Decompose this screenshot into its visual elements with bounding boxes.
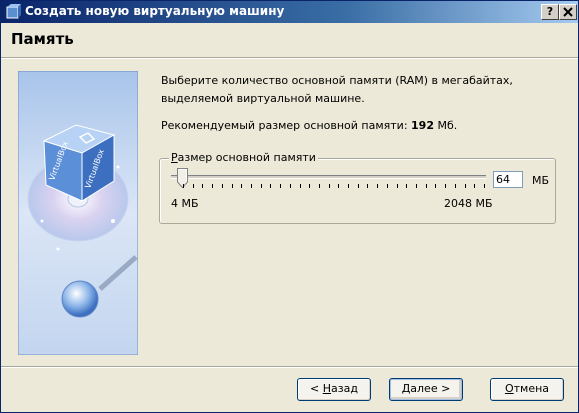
slider-tick	[202, 184, 203, 188]
slider-tick	[232, 184, 233, 188]
window-title: Создать новую виртуальную машину	[25, 4, 285, 18]
cancel-mnemonic: О	[504, 382, 514, 395]
slider-tick	[261, 184, 262, 188]
slider-tick	[319, 184, 320, 188]
slider-tick	[397, 184, 398, 188]
close-button[interactable]	[559, 4, 577, 20]
cancel-button[interactable]: Отмена	[490, 378, 564, 401]
slider-tick	[193, 184, 194, 188]
slider-tick	[358, 184, 359, 188]
slider-tick	[290, 184, 291, 188]
slider-tick	[377, 184, 378, 188]
slider-tick	[455, 184, 456, 188]
memory-slider-track[interactable]	[171, 175, 486, 179]
recommended-memory: Рекомендуемый размер основной памяти: 19…	[161, 119, 566, 132]
slider-tick	[338, 184, 339, 188]
recommended-value: 192	[411, 119, 434, 132]
memory-description: Выберите количество основной памяти (RAM…	[161, 74, 513, 105]
slider-tick	[426, 184, 427, 188]
help-button[interactable]: ?	[541, 4, 559, 20]
slider-tick	[484, 184, 485, 188]
slider-tick	[367, 184, 368, 188]
slider-tick	[406, 184, 407, 188]
slider-tick	[474, 184, 475, 188]
slider-tick	[387, 184, 388, 188]
footer-divider	[1, 366, 578, 368]
slider-tick	[241, 184, 242, 188]
back-prefix: <	[310, 382, 323, 395]
recommended-prefix: Рекомендуемый размер основной памяти:	[161, 119, 412, 132]
slider-tick	[329, 184, 330, 188]
slider-tick	[222, 184, 223, 188]
wizard-header: Память	[1, 23, 578, 58]
slider-tick	[183, 184, 184, 188]
next-mnemonic: Д	[401, 382, 411, 395]
slider-tick	[348, 184, 349, 188]
slider-min-label: 4 МБ	[171, 197, 199, 210]
slider-tick	[270, 184, 271, 188]
memory-size-group	[159, 158, 556, 224]
back-mnemonic: Н	[322, 382, 332, 395]
memory-size-label: Размер основной памяти	[169, 151, 318, 164]
slider-tick	[309, 184, 310, 188]
virtualbox-app-icon	[6, 4, 21, 19]
cancel-label: тмена	[513, 382, 550, 395]
back-button[interactable]: < Назад	[297, 378, 371, 401]
slider-tick	[251, 184, 252, 188]
slider-tick	[465, 184, 466, 188]
recommended-suffix: Мб.	[434, 119, 458, 132]
title-bar[interactable]: Создать новую виртуальную машину ?	[1, 1, 578, 23]
slider-tick	[445, 184, 446, 188]
slider-tick	[300, 184, 301, 188]
slider-max-label: 2048 МБ	[444, 197, 493, 210]
slider-tick	[212, 184, 213, 188]
back-label: азад	[331, 382, 358, 395]
next-label: алее >	[410, 382, 451, 395]
memory-size-label-mnemonic: Р	[171, 151, 178, 164]
memory-size-label-text: азмер основной памяти	[177, 151, 316, 164]
next-button[interactable]: Далее >	[389, 378, 463, 401]
slider-tick	[280, 184, 281, 188]
virtualbox-wizard-image: VirtualBox VirtualBox	[18, 71, 138, 355]
page-title: Память	[11, 30, 74, 48]
memory-size-input[interactable]: 64	[493, 171, 523, 188]
header-divider	[1, 57, 578, 59]
memory-unit-label: МБ	[532, 174, 550, 187]
wizard-window: Создать новую виртуальную машину ? Памят…	[0, 0, 579, 413]
slider-tick	[435, 184, 436, 188]
slider-tick	[416, 184, 417, 188]
close-icon	[563, 7, 573, 17]
